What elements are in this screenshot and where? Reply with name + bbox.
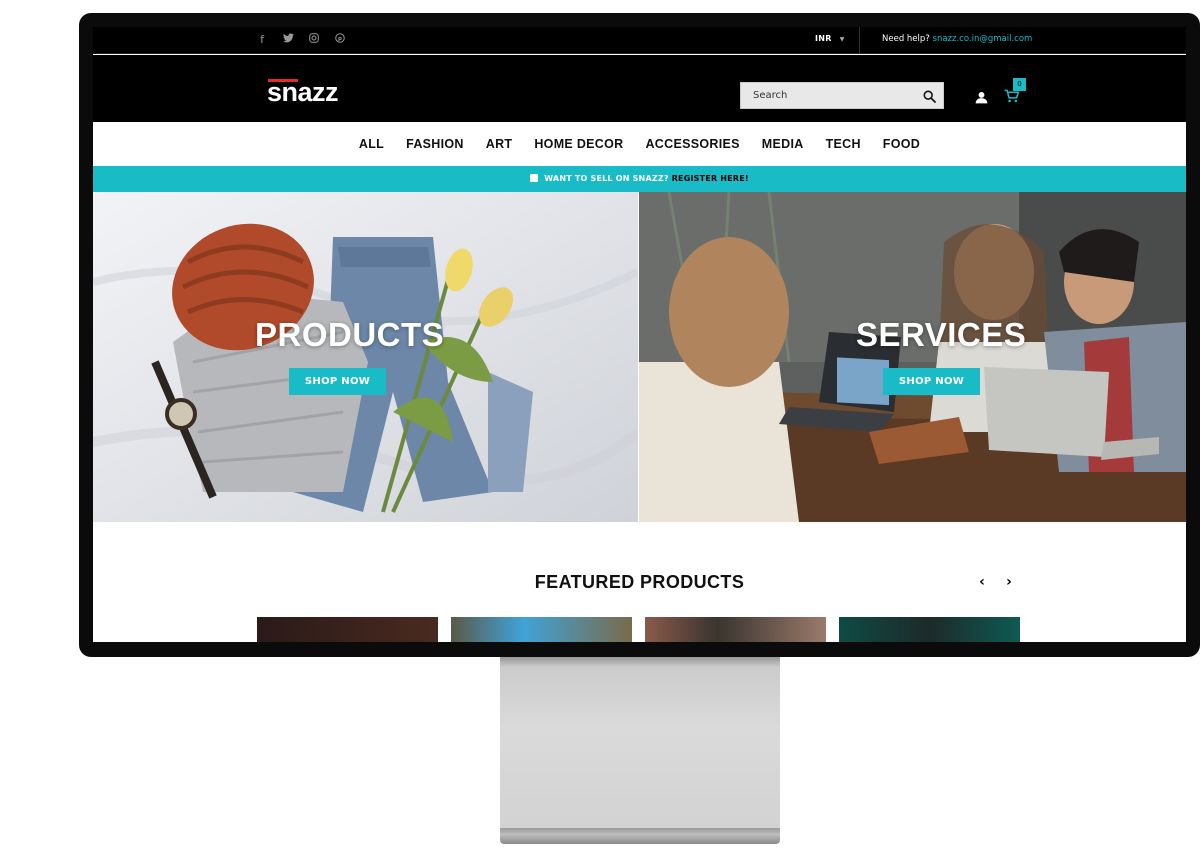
currency-value: INR bbox=[815, 34, 832, 43]
topbar-divider bbox=[859, 27, 860, 54]
help-label: Need help? bbox=[882, 34, 930, 44]
cart-count-badge: 0 bbox=[1013, 78, 1026, 91]
carousel-next-button[interactable]: › bbox=[1002, 575, 1016, 589]
nav-item-accessories[interactable]: ACCESSORIES bbox=[645, 137, 739, 151]
nav-item-fashion[interactable]: FASHION bbox=[406, 137, 464, 151]
facebook-icon[interactable]: f bbox=[255, 33, 269, 47]
site-header: snazz 0 bbox=[93, 55, 1186, 122]
chevron-down-icon: ▼ bbox=[839, 36, 845, 43]
services-photo bbox=[639, 192, 1186, 522]
shop-services-button[interactable]: SHOP NOW bbox=[883, 368, 980, 395]
user-icon[interactable] bbox=[975, 89, 989, 104]
help-text: Need help? snazz.co.in@gmail.com bbox=[882, 34, 1032, 44]
shopping-bag-icon bbox=[530, 174, 539, 182]
product-thumbnail[interactable] bbox=[645, 617, 826, 642]
search-box bbox=[740, 82, 944, 109]
site-logo[interactable]: snazz bbox=[267, 77, 339, 108]
hero-services-title: SERVICES bbox=[856, 316, 1027, 353]
social-links: f p bbox=[255, 33, 347, 47]
shop-products-button[interactable]: SHOP NOW bbox=[289, 368, 386, 395]
seller-promo-banner: WANT TO SELL ON SNAZZ? REGISTER HERE! bbox=[93, 166, 1186, 192]
svg-text:p: p bbox=[338, 36, 342, 42]
hero-products-banner[interactable]: PRODUCTS SHOP NOW bbox=[93, 192, 638, 522]
nav-item-tech[interactable]: TECH bbox=[826, 137, 861, 151]
featured-products-heading: FEATURED PRODUCTS bbox=[534, 572, 745, 592]
product-thumbnail[interactable] bbox=[257, 617, 438, 642]
instagram-icon[interactable] bbox=[307, 33, 321, 47]
hero-services-banner[interactable]: SERVICES SHOP NOW bbox=[639, 192, 1186, 522]
monitor-stand bbox=[500, 657, 780, 832]
nav-item-all[interactable]: ALL bbox=[359, 137, 384, 151]
search-input[interactable] bbox=[741, 83, 911, 108]
stand-shadow bbox=[500, 657, 780, 667]
nav-item-food[interactable]: FOOD bbox=[883, 137, 920, 151]
twitter-icon[interactable] bbox=[281, 33, 295, 47]
product-thumbnail[interactable] bbox=[839, 617, 1020, 642]
pinterest-icon[interactable]: p bbox=[333, 33, 347, 47]
promo-text: WANT TO SELL ON SNAZZ? bbox=[544, 174, 669, 183]
product-thumbnail[interactable] bbox=[451, 617, 632, 642]
nav-item-art[interactable]: ART bbox=[486, 137, 513, 151]
category-nav: ALL FASHION ART HOME DECOR ACCESSORIES M… bbox=[93, 122, 1186, 166]
carousel-prev-button[interactable]: ‹ bbox=[975, 575, 989, 589]
products-photo bbox=[93, 192, 638, 522]
nav-item-media[interactable]: MEDIA bbox=[762, 137, 804, 151]
currency-selector[interactable]: INR ▼ bbox=[815, 34, 845, 43]
search-icon[interactable] bbox=[923, 88, 937, 103]
hero-products-title: PRODUCTS bbox=[255, 316, 445, 353]
website-screen: f p INR ▼ Need help? snazz.co.in@gmail.co… bbox=[93, 27, 1186, 642]
nav-item-home-decor[interactable]: HOME DECOR bbox=[534, 137, 623, 151]
top-bar: f p INR ▼ Need help? snazz.co.in@gmail.co… bbox=[93, 27, 1186, 54]
help-email-link[interactable]: snazz.co.in@gmail.com bbox=[933, 34, 1033, 44]
register-link[interactable]: REGISTER HERE! bbox=[672, 174, 749, 183]
monitor-stand-base bbox=[500, 828, 780, 844]
